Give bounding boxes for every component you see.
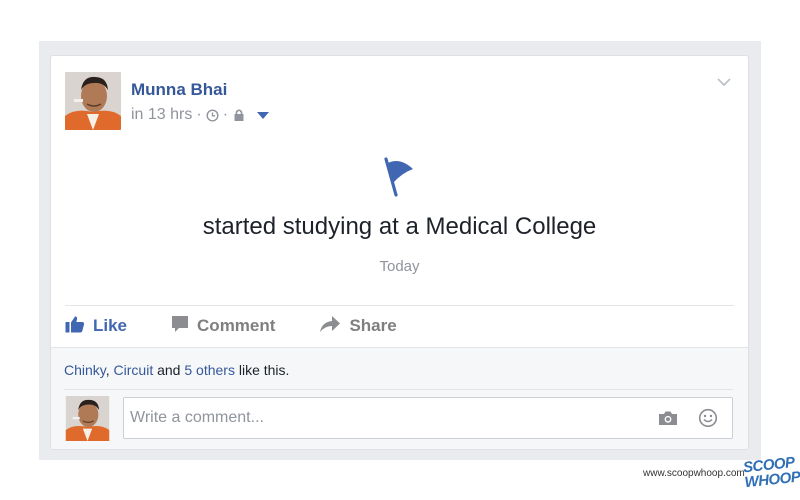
comment-input[interactable] (130, 398, 630, 438)
like-button[interactable]: Like (65, 315, 127, 338)
share-button[interactable]: Share (319, 315, 397, 338)
lock-icon[interactable] (232, 108, 246, 122)
share-label: Share (349, 316, 397, 335)
post-time[interactable]: in 13 hrs (131, 106, 192, 124)
flag-icon (380, 153, 420, 197)
others-link[interactable]: 5 others (184, 362, 235, 378)
post-card: Munna Bhai in 13 hrs · · started studyin… (50, 55, 749, 450)
smiley-icon[interactable] (697, 408, 719, 428)
watermark-url: www.scoopwhoop.com (643, 468, 745, 479)
event-title: started studying at a Medical College (202, 213, 597, 240)
commenter-avatar[interactable] (65, 396, 110, 441)
author-name[interactable]: Munna Bhai (131, 80, 227, 100)
thumbs-up-icon (65, 315, 85, 338)
life-event (51, 153, 748, 202)
author-avatar[interactable] (65, 72, 121, 130)
likes-and: and (157, 362, 181, 378)
speech-bubble-icon (171, 315, 189, 338)
meta-separator: · (222, 106, 229, 123)
share-arrow-icon (319, 315, 341, 338)
audience-caret-icon[interactable] (256, 111, 270, 120)
comment-label: Comment (197, 316, 276, 335)
comment-box (123, 397, 733, 439)
brand-line: WHOOP (743, 468, 800, 492)
meta-separator: · (196, 106, 202, 123)
liker-link[interactable]: Circuit (114, 362, 154, 378)
post-meta: in 13 hrs · · (131, 105, 270, 125)
event-date: Today (379, 258, 420, 275)
divider (64, 389, 733, 390)
brand-logo: SCOOP WHOOP (742, 454, 800, 494)
likes-suffix: like this. (238, 362, 290, 378)
chevron-down-icon[interactable] (714, 74, 734, 90)
likes-summary: Chinky, Circuit and 5 others like this. (64, 362, 289, 378)
comment-button[interactable]: Comment (171, 315, 275, 338)
post-actions: Like Comment Share (65, 310, 397, 342)
post-footer: Chinky, Circuit and 5 others like this. (51, 347, 748, 449)
like-label: Like (93, 316, 128, 335)
liker-link[interactable]: Chinky (64, 362, 106, 378)
clock-icon (206, 108, 219, 122)
divider (65, 305, 734, 306)
likes-comma: , (105, 362, 110, 378)
camera-icon[interactable] (657, 408, 679, 428)
